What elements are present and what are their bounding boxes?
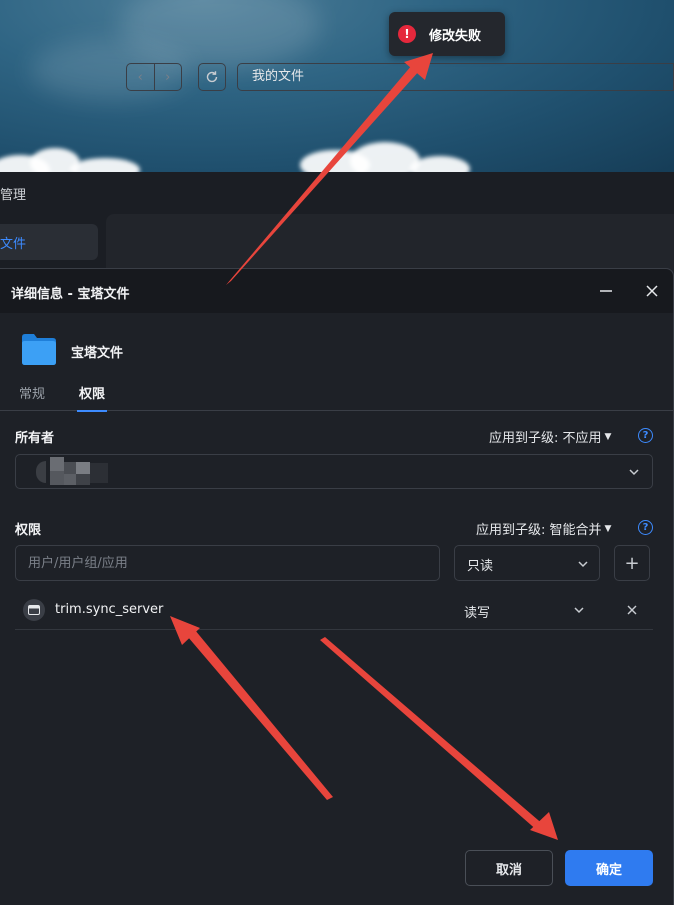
chevron-down-icon (578, 561, 588, 568)
caret-down-icon: ▼ (604, 523, 612, 534)
help-icon[interactable]: ? (638, 428, 653, 443)
help-icon[interactable]: ? (638, 520, 653, 535)
chevron-down-icon (629, 469, 639, 476)
folder-icon (22, 334, 56, 365)
plus-icon: + (624, 552, 640, 574)
folder-name: 宝塔文件 (71, 346, 124, 361)
tab-bar: 常规 权限 (0, 377, 673, 412)
permission-level-select[interactable]: 只读 (454, 545, 600, 581)
sidebar-item-label: 文件 (0, 237, 27, 252)
tab-permissions[interactable]: 权限 (76, 383, 108, 412)
owner-label: 所有者 (15, 431, 55, 446)
entry-permission-select[interactable]: 读写 (464, 602, 490, 621)
permissions-label: 权限 (15, 523, 42, 538)
close-icon (646, 285, 658, 297)
dialog-title: 详细信息 - 宝塔文件 (11, 287, 130, 302)
sidebar-item-files[interactable]: 文件 (0, 224, 98, 260)
table-row: trim.sync_server 读写 (15, 591, 653, 630)
add-user-button[interactable]: + (614, 545, 650, 581)
permissions-apply-dropdown[interactable]: 应用到子级: 智能合并 ▼ (476, 519, 611, 538)
owner-select[interactable] (15, 454, 653, 489)
cancel-button[interactable]: 取消 (465, 850, 553, 886)
path-bar[interactable]: 我的文件 (237, 63, 674, 91)
dialog-header: 详细信息 - 宝塔文件 (0, 269, 673, 313)
user-search-input[interactable] (15, 545, 440, 581)
chevron-down-icon[interactable] (573, 604, 585, 616)
minimize-icon (600, 290, 612, 292)
nav-buttons: ‹ › (126, 63, 182, 91)
details-dialog: 详细信息 - 宝塔文件 宝塔文件 常规 权限 所有者 应用到子级: 不应用 ▼ … (0, 268, 674, 905)
ok-button[interactable]: 确定 (565, 850, 653, 886)
entry-name: trim.sync_server (55, 602, 164, 617)
owner-apply-dropdown[interactable]: 应用到子级: 不应用 ▼ (489, 427, 611, 446)
redacted-owner-avatar (36, 457, 122, 487)
permissions-apply-label: 应用到子级: 智能合并 (476, 523, 602, 538)
app-icon (23, 599, 45, 621)
error-icon: ! (398, 25, 416, 43)
caret-down-icon: ▼ (604, 431, 612, 442)
minimize-button[interactable] (594, 279, 618, 303)
back-icon[interactable]: ‹ (127, 64, 154, 90)
refresh-icon (206, 71, 218, 83)
forward-icon[interactable]: › (153, 64, 182, 90)
remove-entry-icon[interactable] (627, 605, 637, 615)
close-button[interactable] (640, 279, 664, 303)
permission-level-value: 只读 (467, 559, 494, 574)
tab-general[interactable]: 常规 (19, 383, 45, 411)
refresh-button[interactable] (198, 63, 226, 91)
error-toast: ! 修改失败 (389, 12, 505, 56)
app-title: 管理 (0, 188, 27, 203)
toast-message: 修改失败 (429, 28, 482, 44)
owner-apply-label: 应用到子级: 不应用 (489, 431, 602, 446)
